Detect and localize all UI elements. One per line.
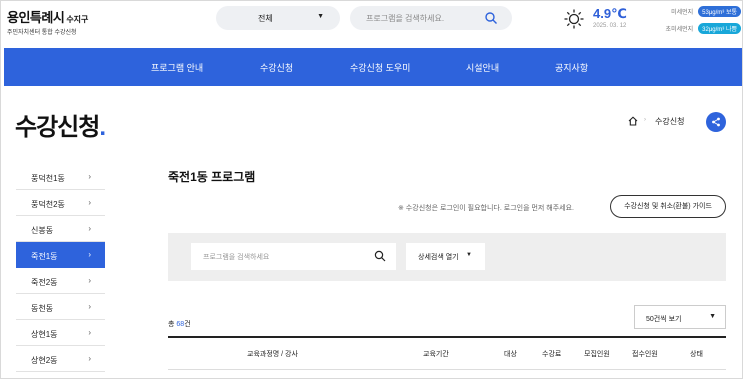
chevron-right-icon: › [88, 354, 91, 363]
detail-search-button[interactable]: 상세검색 열기 ▼ [406, 243, 485, 270]
sun-icon [564, 9, 584, 29]
sidebar-item-dongcheon[interactable]: 동천동 › [16, 294, 105, 320]
column-fee: 수강료 [542, 351, 562, 358]
ultrafine-dust-label: 초미세먼지 [665, 26, 694, 33]
ultrafine-dust-badge: 32μg/m³ 나쁨 [698, 22, 741, 34]
table-header: 교육과정명 / 강사 교육기간 대상 수강료 모집인원 접수인원 상태 [168, 336, 726, 370]
chevron-down-icon: ▼ [466, 252, 472, 258]
filter-panel: 프로그램을 검색하세요 상세검색 열기 ▼ [168, 233, 726, 281]
page-title: 수강신청. [15, 107, 106, 142]
nav-item-facilities[interactable]: 시설안내 [466, 61, 499, 74]
home-icon[interactable] [628, 116, 638, 126]
sidebar-item-sinbong[interactable]: 신봉동 › [16, 216, 105, 242]
chevron-right-icon: › [88, 224, 91, 233]
fine-dust-badge: 53μg/m³ 보통 [698, 5, 741, 17]
share-button[interactable] [706, 112, 726, 132]
column-course-instructor: 교육과정명 / 강사 [247, 351, 298, 358]
chevron-right-icon: › [88, 302, 91, 311]
header: 용인특례시 수지구 주민자치센터 통합 수강신청 전체 ▼ 프로그램을 검색하세… [1, 1, 742, 48]
nav-item-program-info[interactable]: 프로그램 안내 [151, 61, 203, 74]
sidebar-item-label: 죽전2동 [31, 278, 58, 287]
column-capacity: 모집인원 [584, 351, 610, 358]
column-target: 대상 [504, 351, 517, 358]
chevron-right-icon: › [88, 250, 91, 259]
search-icon[interactable] [374, 250, 386, 262]
chevron-right-icon: › [88, 276, 91, 285]
page-frame: 용인특례시 수지구 주민자치센터 통합 수강신청 전체 ▼ 프로그램을 검색하세… [0, 0, 743, 379]
share-icon [712, 117, 720, 127]
sidebar: 풍덕천1동 › 풍덕천2동 › 신봉동 › 죽전1동 › 죽전2동 › 동천동 … [16, 164, 105, 372]
chevron-right-icon: › [88, 198, 91, 207]
sidebar-item-sanghyeon2[interactable]: 상현2동 › [16, 346, 105, 372]
total-prefix: 총 [168, 321, 175, 328]
sidebar-item-sanghyeon1[interactable]: 상현1동 › [16, 320, 105, 346]
fine-dust-row: 미세먼지 53μg/m³ 보통 [649, 5, 741, 17]
region-select-value: 전체 [258, 14, 273, 23]
region-select[interactable]: 전체 ▼ [216, 6, 340, 30]
header-search[interactable]: 프로그램을 검색하세요. [350, 6, 512, 30]
per-page-select[interactable]: 50건씩 보기 ▼ [634, 305, 726, 329]
sidebar-item-jukjeon1[interactable]: 죽전1동 › [16, 242, 105, 268]
total-count: 총 68건 [168, 319, 191, 329]
logo-subtitle: 주민자치센터 통합 수강신청 [7, 30, 77, 36]
nav-item-registration-helper[interactable]: 수강신청 도우미 [350, 61, 410, 74]
breadcrumb-separator: › [644, 117, 646, 123]
guide-button[interactable]: 수강신청 및 취소(환불) 가이드 [610, 195, 726, 218]
sidebar-item-label: 동천동 [31, 304, 54, 313]
login-notice: ※ 수강신청은 로그인이 필요합니다. 로그인을 먼저 해주세요. [398, 205, 574, 212]
column-applicants: 접수인원 [632, 351, 658, 358]
sidebar-item-label: 풍덕천1동 [31, 174, 65, 183]
sidebar-item-label: 죽전1동 [31, 252, 58, 261]
sidebar-item-label: 상현1동 [31, 330, 58, 339]
program-search-placeholder: 프로그램을 검색하세요 [203, 254, 270, 261]
title-dot: . [99, 114, 106, 141]
breadcrumb[interactable]: 수강신청 [655, 116, 684, 127]
program-title: 죽전1동 프로그램 [168, 170, 256, 184]
air-quality: 미세먼지 53μg/m³ 보통 초미세먼지 32μg/m³ 나쁨 [649, 5, 741, 39]
chevron-right-icon: › [88, 328, 91, 337]
weather-date: 2025. 03. 12 [593, 23, 627, 29]
column-period: 교육기간 [423, 351, 449, 358]
sidebar-item-label: 풍덕천2동 [31, 200, 65, 209]
logo-region: 수지구 [66, 15, 89, 24]
nav-item-registration[interactable]: 수강신청 [260, 61, 293, 74]
detail-search-label: 상세검색 열기 [418, 254, 459, 261]
sidebar-item-label: 상현2동 [31, 356, 58, 365]
header-search-placeholder: 프로그램을 검색하세요. [366, 14, 445, 23]
logo-main: 용인특례시 [7, 10, 65, 25]
logo[interactable]: 용인특례시 수지구 주민자치센터 통합 수강신청 [7, 7, 88, 36]
main-nav: 프로그램 안내 수강신청 수강신청 도우미 시설안내 공지사항 [4, 48, 742, 86]
program-search-input[interactable]: 프로그램을 검색하세요 [191, 243, 396, 270]
per-page-value: 50건씩 보기 [646, 316, 682, 323]
chevron-down-icon: ▼ [317, 13, 324, 20]
sidebar-item-label: 신봉동 [31, 226, 54, 235]
column-status: 상태 [690, 351, 703, 358]
nav-item-notices[interactable]: 공지사항 [555, 61, 588, 74]
ultrafine-dust-row: 초미세먼지 32μg/m³ 나쁨 [649, 22, 741, 34]
temperature: 4.9℃ [593, 6, 627, 21]
page-title-text: 수강신청 [15, 114, 100, 141]
total-suffix: 건 [184, 321, 191, 328]
sidebar-item-jukjeon2[interactable]: 죽전2동 › [16, 268, 105, 294]
chevron-down-icon: ▼ [709, 313, 716, 320]
chevron-right-icon: › [88, 172, 91, 181]
sidebar-item-pungdeokcheon1[interactable]: 풍덕천1동 › [16, 164, 105, 190]
sidebar-item-pungdeokcheon2[interactable]: 풍덕천2동 › [16, 190, 105, 216]
fine-dust-label: 미세먼지 [671, 9, 694, 16]
search-icon[interactable] [484, 11, 498, 25]
